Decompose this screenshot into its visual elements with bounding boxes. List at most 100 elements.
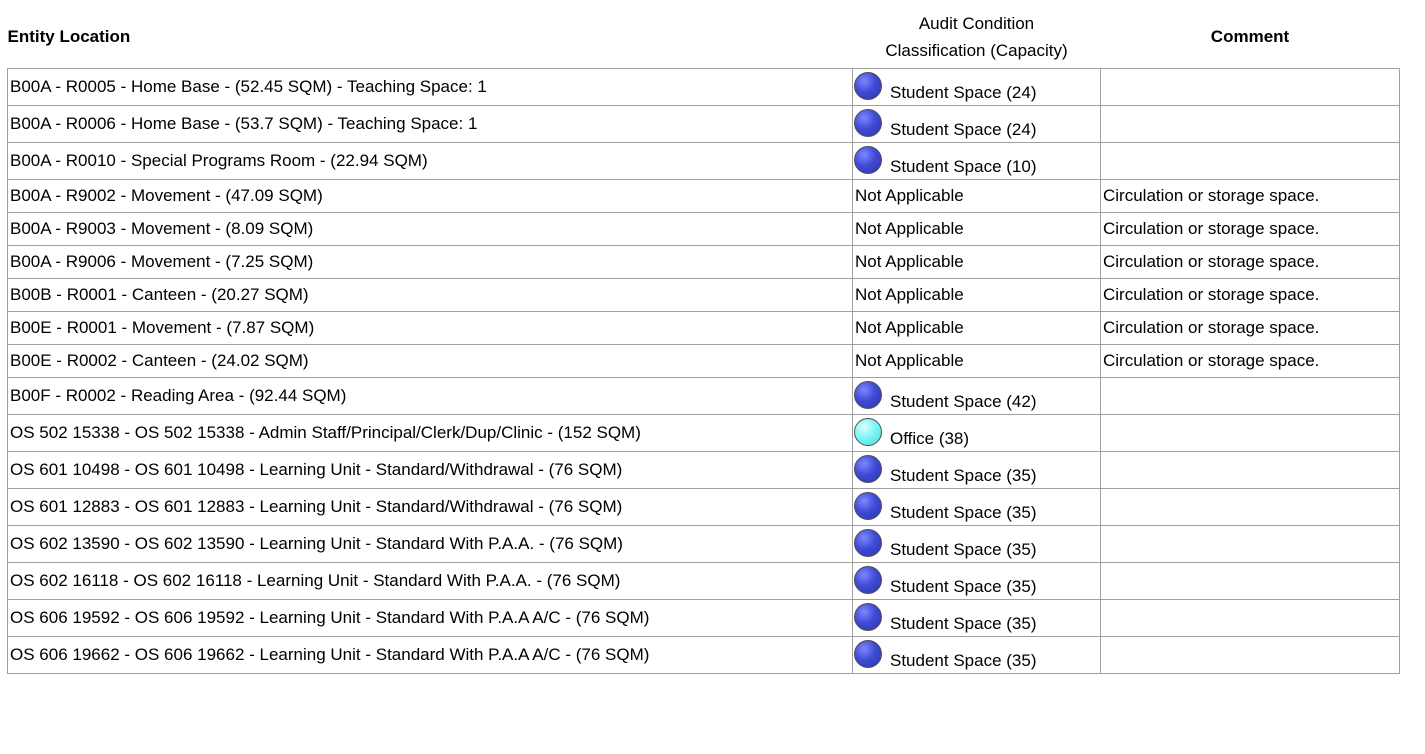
entity-location-cell: B00E - R0001 - Movement - (7.87 SQM) (7, 311, 853, 345)
classification-cell: Student Space (35) (852, 599, 1101, 637)
classification-wrap: Office (38) (854, 417, 1100, 449)
classification-cell: Not Applicable (852, 212, 1101, 246)
table-row: OS 606 19662 - OS 606 19662 - Learning U… (7, 636, 1400, 674)
entity-location-cell: OS 502 15338 - OS 502 15338 - Admin Staf… (7, 414, 853, 452)
classification-cell: Student Space (24) (852, 68, 1101, 106)
entity-location-cell: B00A - R9003 - Movement - (8.09 SQM) (7, 212, 853, 246)
comment-cell (1100, 599, 1400, 637)
table-row: OS 602 13590 - OS 602 13590 - Learning U… (7, 525, 1400, 563)
classification-wrap: Student Space (24) (854, 71, 1100, 103)
table-row: B00A - R9006 - Movement - (7.25 SQM) Not … (7, 245, 1400, 279)
classification-wrap: Student Space (42) (854, 380, 1100, 412)
classification-cell: Not Applicable (852, 278, 1101, 312)
comment-cell: Circulation or storage space. (1100, 311, 1400, 345)
table-row: B00E - R0002 - Canteen - (24.02 SQM) Not … (7, 344, 1400, 378)
comment-cell (1100, 451, 1400, 489)
blue-circle-icon (854, 146, 882, 174)
classification-label: Student Space (35) (890, 577, 1037, 596)
classification-label: Student Space (35) (890, 614, 1037, 633)
entity-location-cell: B00A - R0006 - Home Base - (53.7 SQM) - … (7, 105, 853, 143)
classification-cell: Student Space (42) (852, 377, 1101, 415)
classification-label: Student Space (35) (890, 651, 1037, 670)
entity-location-cell: B00A - R0010 - Special Programs Room - (… (7, 142, 853, 180)
blue-circle-icon (854, 109, 882, 137)
blue-circle-icon (854, 640, 882, 668)
comment-cell (1100, 525, 1400, 563)
classification-cell: Student Space (35) (852, 562, 1101, 600)
table-row: B00A - R0006 - Home Base - (53.7 SQM) - … (7, 105, 1400, 143)
table-body: B00A - R0005 - Home Base - (52.45 SQM) -… (7, 68, 1400, 674)
entity-location-cell: OS 602 13590 - OS 602 13590 - Learning U… (7, 525, 853, 563)
header-classification-line1: Audit Condition (918, 14, 1035, 33)
entity-location-cell: B00A - R9006 - Movement - (7.25 SQM) (7, 245, 853, 279)
comment-cell (1100, 105, 1400, 143)
classification-wrap: Student Space (35) (854, 454, 1100, 486)
classification-cell: Not Applicable (852, 245, 1101, 279)
table-row: B00A - R0005 - Home Base - (52.45 SQM) -… (7, 68, 1400, 106)
comment-cell: Circulation or storage space. (1100, 245, 1400, 279)
comment-cell (1100, 377, 1400, 415)
blue-circle-icon (854, 566, 882, 594)
blue-circle-icon (854, 529, 882, 557)
table-row: OS 601 10498 - OS 601 10498 - Learning U… (7, 451, 1400, 489)
comment-cell (1100, 488, 1400, 526)
entity-location-cell: OS 601 10498 - OS 601 10498 - Learning U… (7, 451, 853, 489)
classification-label: Student Space (35) (890, 466, 1037, 485)
table-row: OS 606 19592 - OS 606 19592 - Learning U… (7, 599, 1400, 637)
entity-location-cell: OS 601 12883 - OS 601 12883 - Learning U… (7, 488, 853, 526)
classification-wrap: Student Space (35) (854, 602, 1100, 634)
classification-cell: Student Space (24) (852, 105, 1101, 143)
classification-wrap: Student Space (24) (854, 108, 1100, 140)
comment-cell (1100, 636, 1400, 674)
audit-table: Entity Location Audit Condition Classifi… (7, 6, 1400, 674)
blue-circle-icon (854, 455, 882, 483)
entity-location-cell: B00A - R0005 - Home Base - (52.45 SQM) -… (7, 68, 853, 106)
blue-circle-icon (854, 492, 882, 520)
comment-cell: Circulation or storage space. (1100, 344, 1400, 378)
table-row: OS 602 16118 - OS 602 16118 - Learning U… (7, 562, 1400, 600)
table-row: B00E - R0001 - Movement - (7.87 SQM) Not … (7, 311, 1400, 345)
classification-label: Student Space (35) (890, 503, 1037, 522)
classification-cell: Student Space (10) (852, 142, 1101, 180)
table-row: B00F - R0002 - Reading Area - (92.44 SQM… (7, 377, 1400, 415)
header-classification: Audit Condition Classification (Capacity… (853, 6, 1101, 69)
header-comment: Comment (1210, 27, 1290, 46)
classification-cell: Not Applicable (852, 344, 1101, 378)
classification-label: Student Space (24) (890, 120, 1037, 139)
classification-cell: Student Space (35) (852, 488, 1101, 526)
entity-location-cell: B00F - R0002 - Reading Area - (92.44 SQM… (7, 377, 853, 415)
comment-cell (1100, 142, 1400, 180)
classification-cell: Not Applicable (852, 311, 1101, 345)
header-row: Entity Location Audit Condition Classifi… (8, 6, 1400, 69)
table-row: B00A - R9003 - Movement - (8.09 SQM) Not … (7, 212, 1400, 246)
classification-wrap: Student Space (35) (854, 491, 1100, 523)
classification-cell: Student Space (35) (852, 525, 1101, 563)
classification-cell: Office (38) (852, 414, 1101, 452)
blue-circle-icon (854, 381, 882, 409)
table-row: B00A - R9002 - Movement - (47.09 SQM) Not… (7, 179, 1400, 213)
entity-location-cell: B00A - R9002 - Movement - (47.09 SQM) (7, 179, 853, 213)
classification-cell: Not Applicable (852, 179, 1101, 213)
classification-cell: Student Space (35) (852, 636, 1101, 674)
entity-location-cell: B00B - R0001 - Canteen - (20.27 SQM) (7, 278, 853, 312)
classification-label: Student Space (10) (890, 157, 1037, 176)
cyan-circle-icon (854, 418, 882, 446)
blue-circle-icon (854, 72, 882, 100)
entity-location-cell: OS 606 19592 - OS 606 19592 - Learning U… (7, 599, 853, 637)
classification-label: Student Space (42) (890, 392, 1037, 411)
comment-cell: Circulation or storage space. (1100, 278, 1400, 312)
entity-location-cell: OS 606 19662 - OS 606 19662 - Learning U… (7, 636, 853, 674)
header-classification-line2: Classification (Capacity) (885, 41, 1068, 60)
classification-wrap: Student Space (35) (854, 639, 1100, 671)
header-entity-location: Entity Location (7, 27, 131, 46)
classification-wrap: Student Space (10) (854, 145, 1100, 177)
comment-cell (1100, 414, 1400, 452)
classification-wrap: Student Space (35) (854, 528, 1100, 560)
comment-cell: Circulation or storage space. (1100, 179, 1400, 213)
comment-cell: Circulation or storage space. (1100, 212, 1400, 246)
comment-cell (1100, 68, 1400, 106)
entity-location-cell: B00E - R0002 - Canteen - (24.02 SQM) (7, 344, 853, 378)
table-row: OS 502 15338 - OS 502 15338 - Admin Staf… (7, 414, 1400, 452)
classification-label: Student Space (24) (890, 83, 1037, 102)
table-row: B00A - R0010 - Special Programs Room - (… (7, 142, 1400, 180)
